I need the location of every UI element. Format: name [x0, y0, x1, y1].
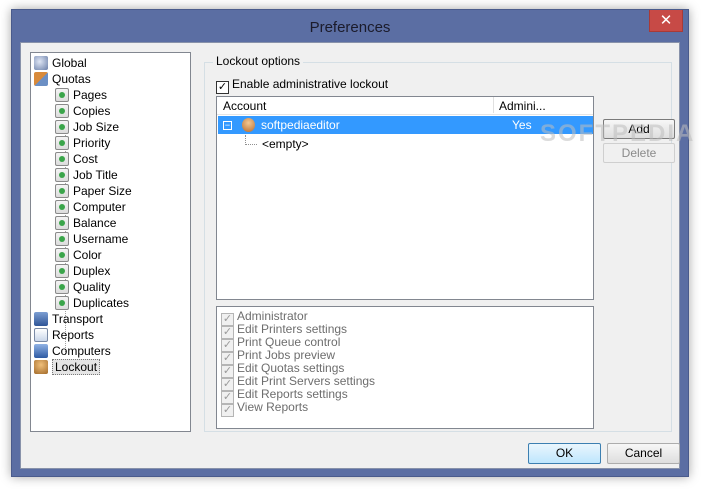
column-header-admin[interactable]: Admini...: [493, 97, 546, 113]
quota-item-icon: [55, 152, 69, 166]
window-title: Preferences: [309, 19, 391, 36]
permission-label: Administrator: [237, 309, 308, 323]
quota-item-icon: [55, 88, 69, 102]
watermark: SOFTPEDIA: [540, 120, 696, 147]
quota-item-icon: [55, 264, 69, 278]
tree-item-global[interactable]: Global: [34, 55, 87, 71]
tree-item-transport[interactable]: Transport: [34, 311, 103, 327]
quota-item-icon: [55, 104, 69, 118]
tree-item-label: Cost: [73, 152, 98, 166]
tree-item-color[interactable]: Color: [55, 247, 102, 263]
close-button[interactable]: ✕: [649, 10, 683, 32]
account-row-empty[interactable]: <empty>: [262, 137, 309, 151]
checkbox-checked-icon[interactable]: ✓: [216, 81, 229, 94]
quota-item-icon: [55, 120, 69, 134]
tree-item-label: Quality: [73, 280, 111, 294]
tree-item-priority[interactable]: Priority: [55, 135, 110, 151]
tree-item-computer[interactable]: Computer: [55, 199, 126, 215]
reports-icon: [34, 328, 48, 342]
permission-label: Edit Print Servers settings: [237, 374, 376, 388]
quota-item-icon: [55, 280, 69, 294]
permission-label: Print Queue control: [237, 335, 341, 349]
account-name: softpediaeditor: [261, 118, 340, 132]
enable-lockout-label: Enable administrative lockout: [232, 77, 389, 91]
tree-branch-line: [245, 135, 257, 145]
quota-item-icon: [55, 248, 69, 262]
preferences-window: Preferences ✕ Global Quotas Pages Copies…: [11, 9, 693, 477]
tree-item-label: Quotas: [52, 72, 91, 86]
tree-item-label: Copies: [73, 104, 111, 118]
ok-button[interactable]: OK: [528, 443, 601, 464]
permission-label: Edit Reports settings: [237, 387, 348, 401]
tree-item-job-size[interactable]: Job Size: [55, 119, 119, 135]
quota-item-icon: [55, 184, 69, 198]
users-icon: [34, 72, 48, 86]
quota-item-icon: [55, 200, 69, 214]
quota-item-icon: [55, 216, 69, 230]
permissions-list: ✓ Administrator ✓ Edit Printers settings ✓…: [216, 306, 594, 429]
tree-item-copies[interactable]: Copies: [55, 103, 110, 119]
quota-item-icon: [55, 136, 69, 150]
tree-item-quality[interactable]: Quality: [55, 279, 110, 295]
account-list-header: Account Admini...: [217, 97, 593, 115]
tree-item-job-title[interactable]: Job Title: [55, 167, 118, 183]
transport-icon: [34, 312, 48, 326]
tree-item-label: Duplex: [73, 264, 111, 278]
tree-item-duplex[interactable]: Duplex: [55, 263, 110, 279]
permission-label: View Reports: [237, 400, 309, 414]
collapse-icon[interactable]: −: [223, 121, 232, 130]
tree-item-label: Computers: [52, 344, 111, 358]
tree-item-quotas[interactable]: Quotas: [34, 71, 91, 87]
tree-item-label: Job Size: [73, 120, 120, 134]
computers-icon: [34, 344, 48, 358]
permission-label: Print Jobs preview: [237, 348, 336, 362]
enable-lockout-checkbox[interactable]: ✓ Enable administrative lockout: [216, 77, 388, 94]
globe-icon: [34, 56, 48, 70]
tree-item-username[interactable]: Username: [55, 231, 128, 247]
tree-item-lockout[interactable]: Lockout: [34, 359, 101, 375]
account-row[interactable]: − softpediaeditor Yes: [218, 116, 593, 134]
checkbox-checked-icon[interactable]: ✓: [221, 404, 234, 417]
dialog-client-area: Global Quotas Pages Copies Job Size Prio…: [20, 42, 693, 469]
tree-item-label: Paper Size: [73, 184, 132, 198]
account-list[interactable]: Account Admini... − softpediaeditor Yes …: [216, 96, 594, 300]
tree-item-label: Color: [73, 248, 102, 262]
user-icon: [242, 118, 255, 132]
quota-item-icon: [55, 232, 69, 246]
settings-tree[interactable]: Global Quotas Pages Copies Job Size Prio…: [30, 52, 191, 432]
tree-item-label: Username: [73, 232, 129, 246]
tree-item-label: Lockout: [52, 359, 101, 375]
column-header-account[interactable]: Account: [223, 99, 266, 113]
tree-item-label: Duplicates: [73, 296, 130, 310]
cancel-button[interactable]: Cancel: [607, 443, 680, 464]
tree-item-label: Priority: [73, 136, 111, 150]
permission-view-reports[interactable]: ✓ View Reports: [221, 400, 308, 417]
lockout-icon: [34, 360, 48, 374]
title-bar[interactable]: Preferences ✕: [12, 10, 688, 44]
tree-item-reports[interactable]: Reports: [34, 327, 94, 343]
admin-value: Yes: [512, 118, 532, 132]
tree-item-label: Reports: [52, 328, 95, 342]
tree-item-pages[interactable]: Pages: [55, 87, 107, 103]
tree-item-label: Pages: [73, 88, 108, 102]
tree-item-label: Transport: [52, 312, 103, 326]
tree-item-balance[interactable]: Balance: [55, 215, 116, 231]
group-title: Lockout options: [213, 54, 304, 68]
tree-item-duplicates[interactable]: Duplicates: [55, 295, 129, 311]
tree-item-label: Global: [52, 56, 87, 70]
quota-item-icon: [55, 168, 69, 182]
tree-item-cost[interactable]: Cost: [55, 151, 98, 167]
permission-label: Edit Quotas settings: [237, 361, 345, 375]
tree-item-label: Job Title: [73, 168, 118, 182]
tree-item-label: Balance: [73, 216, 117, 230]
permission-label: Edit Printers settings: [237, 322, 348, 336]
tree-item-label: Computer: [73, 200, 126, 214]
quota-item-icon: [55, 296, 69, 310]
tree-item-computers[interactable]: Computers: [34, 343, 111, 359]
tree-item-paper-size[interactable]: Paper Size: [55, 183, 132, 199]
